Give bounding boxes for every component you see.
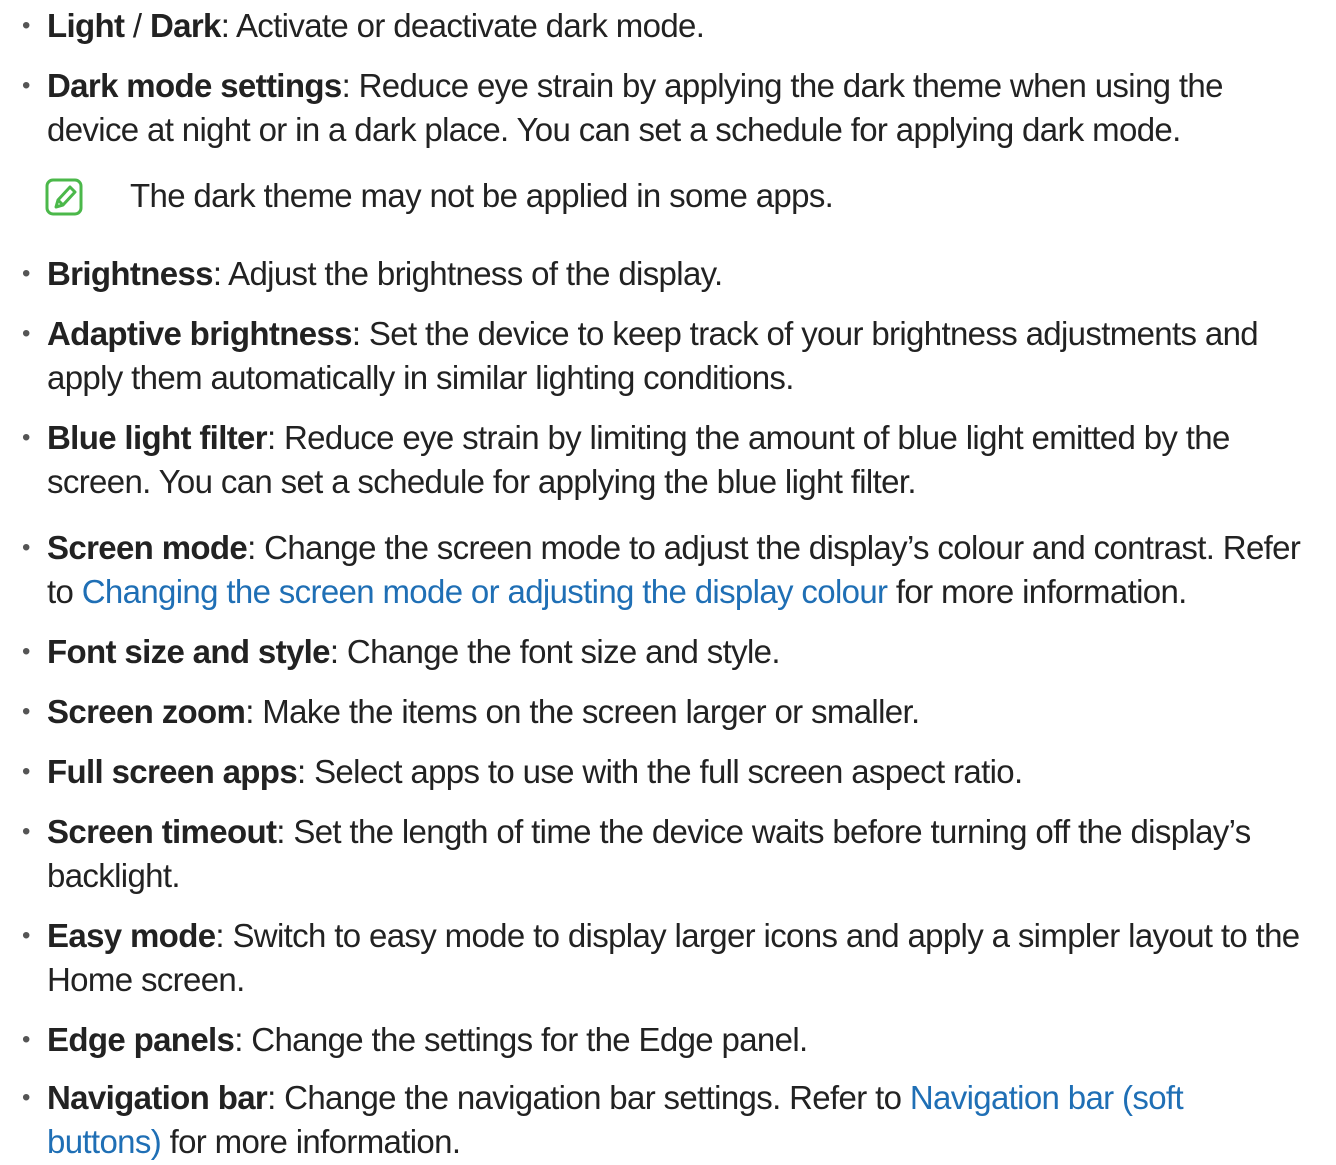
item-title: Easy mode xyxy=(47,917,216,954)
item-desc-line-2: Home screen. xyxy=(47,961,245,998)
item-desc: : Make the items on the screen larger or… xyxy=(245,693,920,730)
item-desc-line-1: : Switch to easy mode to display larger … xyxy=(215,917,1300,954)
item-title: Brightness xyxy=(47,255,214,292)
item-desc-line-2: screen. You can set a schedule for apply… xyxy=(47,463,917,500)
link-screen-mode[interactable]: Changing the screen mode or adjusting th… xyxy=(82,573,888,610)
separator: / xyxy=(124,7,150,44)
item-text: Screen timeout: Set the length of time t… xyxy=(47,810,1309,854)
item-text: Dark mode settings: Reduce eye strain by… xyxy=(47,64,1309,108)
item-text: Blue light filter: Reduce eye strain by … xyxy=(47,416,1309,460)
item-desc: : Select apps to use with the full scree… xyxy=(297,753,1023,790)
item-title-2: Dark xyxy=(149,7,221,44)
item-desc-line-2: backlight. xyxy=(47,857,181,894)
note-text: The dark theme may not be applied in som… xyxy=(130,177,834,214)
item-desc-line-1: : Change the screen mode to adjust the d… xyxy=(247,529,1301,566)
bullet: • xyxy=(22,424,31,451)
item-desc-line-2: buttons) for more information. xyxy=(47,1120,1309,1164)
item-desc-line-2: apply them automatically in similar ligh… xyxy=(47,359,794,396)
item-text: Screen mode: Change the screen mode to a… xyxy=(47,526,1309,570)
item-desc: : Activate or deactivate dark mode. xyxy=(220,7,705,44)
item-text: Full screen apps: Select apps to use wit… xyxy=(47,750,1309,794)
bullet: • xyxy=(22,12,31,39)
bullet: • xyxy=(22,818,31,845)
item-text: Brightness: Adjust the brightness of the… xyxy=(47,252,1309,296)
item-title: Adaptive brightness xyxy=(47,315,353,352)
item-title: Screen mode xyxy=(47,529,248,566)
link-navigation-bar[interactable]: Navigation bar (soft xyxy=(910,1079,1184,1116)
item-desc-line-2: to Changing the screen mode or adjusting… xyxy=(47,570,1309,614)
item-text: Easy mode: Switch to easy mode to displa… xyxy=(47,914,1309,958)
item-title: Screen timeout xyxy=(47,813,277,850)
item-text: Navigation bar: Change the navigation ba… xyxy=(47,1076,1309,1120)
bullet: • xyxy=(22,72,31,99)
line-prefix: to xyxy=(47,573,82,610)
item-title: Full screen apps xyxy=(47,753,298,790)
bullet: • xyxy=(22,1026,31,1053)
item-text: Font size and style: Change the font siz… xyxy=(47,630,1309,674)
item-desc: : Adjust the brightness of the display. xyxy=(212,255,723,292)
item-title: Navigation bar xyxy=(47,1079,268,1116)
item-title: Blue light filter xyxy=(47,419,268,456)
item-desc-line-1: : Set the length of time the device wait… xyxy=(276,813,1251,850)
item-title: Light xyxy=(47,7,125,44)
item-desc-line-1: : Set the device to keep track of your b… xyxy=(351,315,1259,352)
item-desc-line-1: : Reduce eye strain by limiting the amou… xyxy=(266,419,1230,456)
item-title: Edge panels xyxy=(47,1021,235,1058)
bullet: • xyxy=(22,534,31,561)
item-desc-line-1: : Change the navigation bar settings. Re… xyxy=(267,1079,910,1116)
bullet: • xyxy=(22,638,31,665)
bullet: • xyxy=(22,260,31,287)
item-title: Screen zoom xyxy=(47,693,246,730)
bullet: • xyxy=(22,320,31,347)
item-title: Font size and style xyxy=(47,633,331,670)
item-text: Edge panels: Change the settings for the… xyxy=(47,1018,1309,1062)
line-suffix: for more information. xyxy=(161,1123,461,1160)
item-desc-line-1: : Reduce eye strain by applying the dark… xyxy=(341,67,1224,104)
item-desc: : Change the font size and style. xyxy=(329,633,781,670)
line-suffix: for more information. xyxy=(887,573,1187,610)
bullet: • xyxy=(22,1084,31,1111)
item-text: Light / Dark: Activate or deactivate dar… xyxy=(47,4,1309,48)
link-navigation-bar-cont[interactable]: buttons) xyxy=(47,1123,162,1160)
note-pencil-icon xyxy=(45,178,83,216)
bullet: • xyxy=(22,922,31,949)
bullet: • xyxy=(22,698,31,725)
item-text: Adaptive brightness: Set the device to k… xyxy=(47,312,1309,356)
document-page: • Light / Dark: Activate or deactivate d… xyxy=(0,0,1336,1165)
item-desc: : Change the settings for the Edge panel… xyxy=(234,1021,808,1058)
item-text: Screen zoom: Make the items on the scree… xyxy=(47,690,1309,734)
bullet: • xyxy=(22,758,31,785)
item-desc-line-2: device at night or in a dark place. You … xyxy=(47,111,1181,148)
item-title: Dark mode settings xyxy=(47,67,342,104)
